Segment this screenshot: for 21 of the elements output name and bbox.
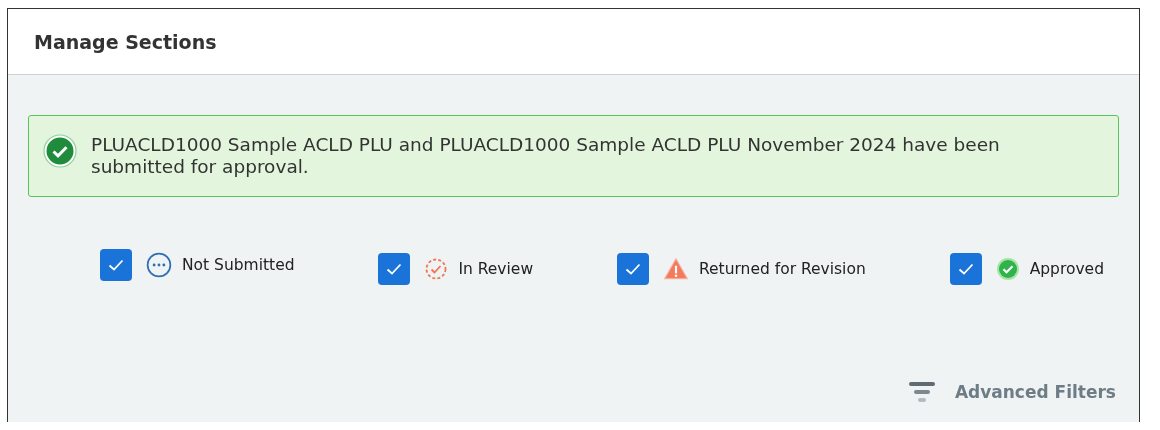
checkbox[interactable] bbox=[378, 253, 411, 285]
filter-label: Approved bbox=[1029, 260, 1104, 278]
alert-message: PLUACLD1000 Sample ACLD PLU and PLUACLD1000 Sample ACLD PLU November 2024 have been submitted for approval. bbox=[91, 134, 1001, 178]
filter-label: Not Submitted bbox=[182, 256, 295, 274]
warning-icon bbox=[662, 256, 689, 282]
filter-label: Returned for Revision bbox=[698, 260, 866, 278]
filter-icon bbox=[908, 382, 935, 402]
check-circle-icon bbox=[995, 257, 1020, 281]
checkbox[interactable] bbox=[616, 253, 649, 285]
check-icon bbox=[108, 259, 124, 271]
check-icon bbox=[386, 263, 403, 275]
check-icon bbox=[624, 263, 641, 275]
window-title: Manage Sections bbox=[34, 30, 217, 53]
check-circle-icon bbox=[43, 134, 77, 168]
checkbox[interactable] bbox=[100, 249, 132, 281]
dashed-check-circle-icon bbox=[424, 257, 449, 281]
checkbox[interactable] bbox=[949, 253, 982, 285]
filter-label: In Review bbox=[458, 260, 534, 278]
check-icon bbox=[957, 263, 974, 275]
advanced-filters-button[interactable]: Advanced Filters bbox=[908, 382, 1116, 402]
dots-circle-icon bbox=[146, 252, 172, 278]
